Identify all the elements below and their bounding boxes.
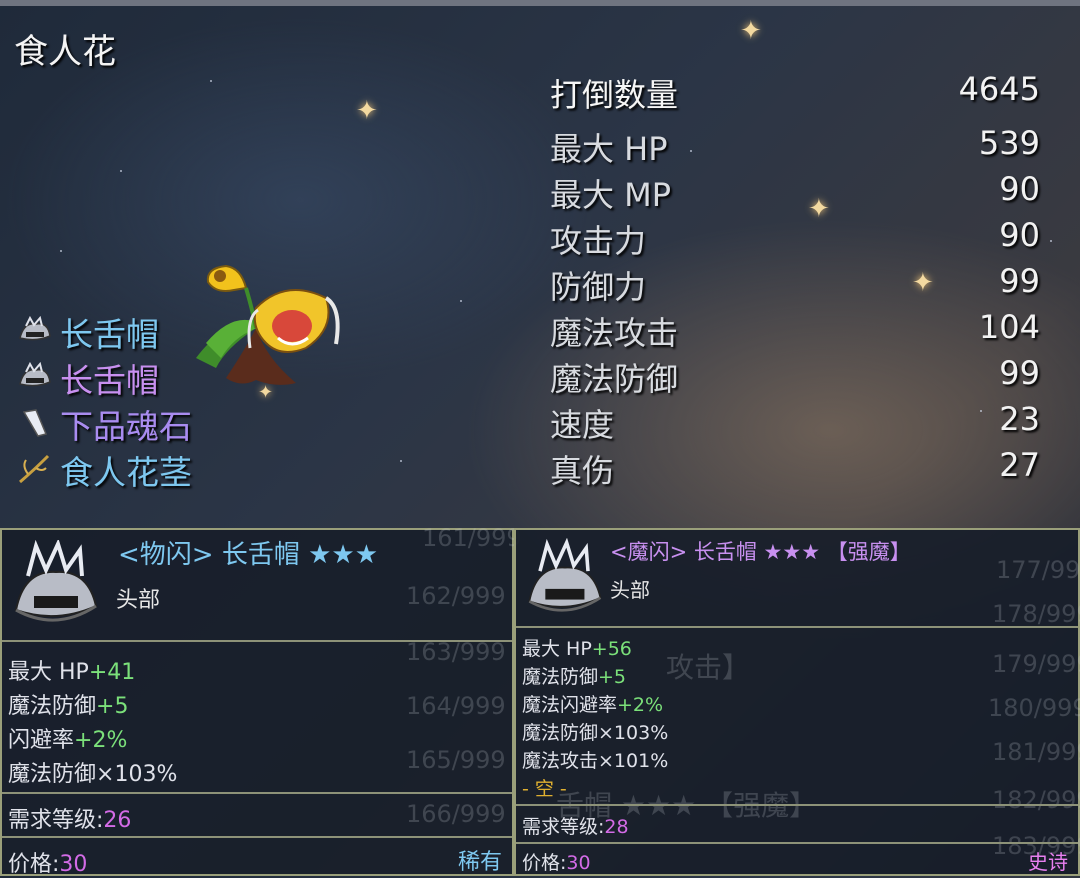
background-count: 165/999: [406, 746, 506, 774]
background-count: 164/999: [406, 692, 506, 720]
item-required-level: 需求等级:26: [8, 808, 132, 833]
item-attribute: 魔法防御×103%: [522, 722, 669, 744]
drop-item-name: 食人花茎: [60, 453, 192, 492]
drop-item[interactable]: 长舌帽: [16, 354, 316, 400]
background-count: 179/999: [992, 650, 1080, 678]
background-count: 161/999: [422, 524, 522, 552]
stat-row-speed: 速度 23: [550, 400, 1040, 444]
drop-item[interactable]: 下品魂石: [16, 400, 316, 446]
window-top-frame: [0, 0, 1080, 6]
item-attribute: 魔法闪避率+2%: [522, 694, 664, 716]
helmet-icon: [19, 362, 51, 387]
item-rarity: 史诗: [1028, 850, 1068, 874]
stat-label: 魔法防御: [550, 360, 679, 398]
drop-item[interactable]: 长舌帽: [16, 308, 316, 354]
item-attribute: 魔法防御×103%: [8, 762, 178, 787]
stat-row-magic-attack: 魔法攻击 104: [550, 308, 1040, 352]
soul-stone-icon: [22, 409, 48, 437]
stat-row-kills: 打倒数量 4645: [550, 70, 1040, 114]
sparkle-icon: ✦: [356, 96, 378, 126]
stat-value: 27: [999, 446, 1040, 484]
stat-value: 104: [978, 308, 1040, 346]
item-socket: - 空 -: [522, 778, 567, 800]
background-count: 178/999: [992, 600, 1080, 628]
drop-item[interactable]: 食人花茎: [16, 446, 316, 492]
drop-item-name: 长舌帽: [60, 361, 159, 400]
stat-label: 防御力: [550, 268, 647, 306]
drop-item-name: 长舌帽: [60, 315, 159, 354]
stat-label: 最大 HP: [550, 130, 668, 168]
item-slot: 头部: [610, 578, 650, 602]
stat-value: 539: [978, 124, 1040, 162]
flower-stem-icon: [19, 454, 50, 484]
background-ghost-text: 攻击】: [666, 651, 751, 684]
item-slot: 头部: [116, 588, 161, 613]
helmet-icon: [528, 538, 602, 612]
stat-row-attack: 攻击力 90: [550, 216, 1040, 260]
stat-label: 真伤: [550, 452, 615, 490]
item-price: 价格:30: [8, 852, 88, 877]
stat-row-true-damage: 真伤 27: [550, 446, 1040, 490]
monster-name: 食人花: [14, 32, 116, 72]
item-required-level: 需求等级:28: [522, 816, 629, 838]
item-attribute: 最大 HP+41: [8, 660, 136, 685]
stat-label: 魔法攻击: [550, 314, 679, 352]
stat-row-max-mp: 最大 MP 90: [550, 170, 1040, 214]
stat-label: 最大 MP: [550, 176, 672, 214]
stat-value: 99: [999, 354, 1040, 392]
stat-value: 99: [999, 262, 1040, 300]
stat-label: 攻击力: [550, 222, 647, 260]
background-count: 180/999: [988, 694, 1080, 722]
stat-value: 90: [999, 216, 1040, 254]
stat-value: 90: [999, 170, 1040, 208]
item-attribute: 最大 HP+56: [522, 638, 632, 660]
item-attribute: 魔法攻击×101%: [522, 750, 669, 772]
item-title: <物闪> 长舌帽 ★★★: [118, 540, 379, 570]
background-count: 181/999: [992, 738, 1080, 766]
stat-value: 4645: [958, 70, 1040, 108]
item-attribute: 闪避率+2%: [8, 728, 128, 753]
item-detail-panel-right: 177/999 178/999 179/999 180/999 181/999 …: [514, 528, 1080, 876]
item-price: 价格:30: [522, 852, 591, 874]
item-rarity: 稀有: [457, 850, 502, 875]
background-count: 163/999: [406, 638, 506, 666]
stat-row-magic-defense: 魔法防御 99: [550, 354, 1040, 398]
drop-item-name: 下品魂石: [60, 407, 192, 446]
stat-value: 23: [999, 400, 1040, 438]
background-count: 182/999: [992, 786, 1080, 814]
item-attribute: 魔法防御+5: [8, 694, 129, 719]
stat-row-max-hp: 最大 HP 539: [550, 124, 1040, 168]
sparkle-icon: ✦: [740, 16, 762, 46]
background-count: 162/999: [406, 582, 506, 610]
helmet-icon: [19, 316, 51, 341]
stat-label: 速度: [550, 406, 615, 444]
stat-label: 打倒数量: [550, 76, 679, 114]
item-attribute: 魔法防御+5: [522, 666, 627, 688]
item-detail-panel-left: 161/999 162/999 163/999 164/999 165/999 …: [0, 524, 522, 877]
stat-row-defense: 防御力 99: [550, 262, 1040, 306]
background-count: 177/999: [996, 556, 1080, 584]
helmet-icon: [14, 540, 98, 622]
background-count: 166/999: [406, 800, 506, 828]
item-title: <魔闪> 长舌帽 ★★★ 【强魔】: [610, 540, 911, 564]
